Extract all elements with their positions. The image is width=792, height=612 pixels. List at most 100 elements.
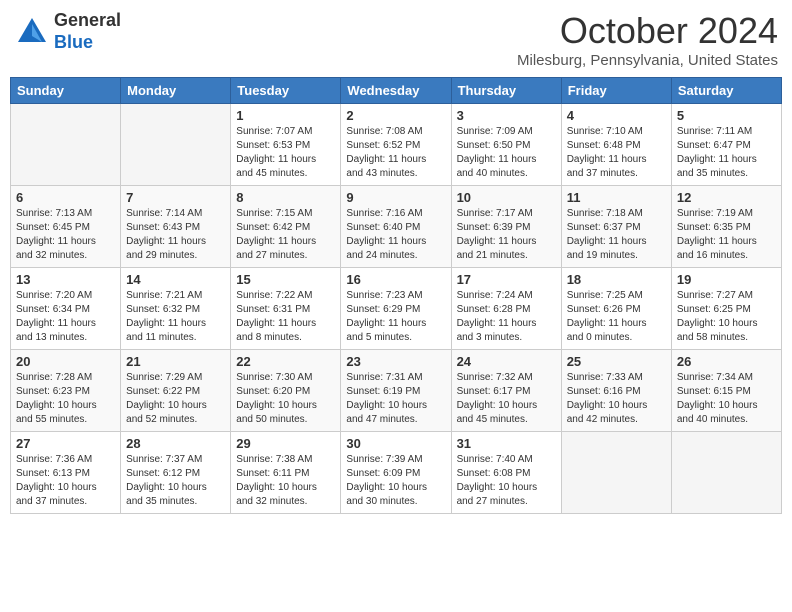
day-number: 11: [567, 190, 666, 205]
day-number: 19: [677, 272, 776, 287]
day-info: Sunrise: 7:16 AM Sunset: 6:40 PM Dayligh…: [346, 207, 445, 263]
calendar-table: SundayMondayTuesdayWednesdayThursdayFrid…: [10, 77, 782, 514]
calendar-cell: 27 Sunrise: 7:36 AM Sunset: 6:13 PM Dayli…: [11, 432, 121, 514]
day-number: 28: [126, 436, 225, 451]
day-number: 31: [457, 436, 556, 451]
calendar-cell: 13 Sunrise: 7:20 AM Sunset: 6:34 PM Dayli…: [11, 268, 121, 350]
calendar-week-row: 6Sunrise: 7:13 AM Sunset: 6:45 PM Daylig…: [11, 186, 782, 268]
calendar-cell: 19 Sunrise: 7:27 AM Sunset: 6:25 PM Dayli…: [671, 268, 781, 350]
calendar-cell: [561, 432, 671, 514]
logo: General Blue: [14, 10, 121, 53]
day-number: 10: [457, 190, 556, 205]
day-info: Sunrise: 7:07 AM Sunset: 6:53 PM Dayligh…: [236, 125, 335, 181]
day-number: 1: [236, 108, 335, 123]
calendar-week-row: 27 Sunrise: 7:36 AM Sunset: 6:13 PM Dayli…: [11, 432, 782, 514]
calendar-cell: 7 Sunrise: 7:14 AM Sunset: 6:43 PM Daylig…: [121, 186, 231, 268]
calendar-cell: 31 Sunrise: 7:40 AM Sunset: 6:08 PM Dayli…: [451, 432, 561, 514]
day-number: 25: [567, 354, 666, 369]
day-info: Sunrise: 7:09 AM Sunset: 6:50 PM Dayligh…: [457, 125, 556, 181]
day-info: Sunrise: 7:32 AM Sunset: 6:17 PM Dayligh…: [457, 371, 556, 427]
calendar-week-row: 20Sunrise: 7:28 AM Sunset: 6:23 PM Dayli…: [11, 350, 782, 432]
day-number: 9: [346, 190, 445, 205]
day-number: 30: [346, 436, 445, 451]
day-info: Sunrise: 7:24 AM Sunset: 6:28 PM Dayligh…: [457, 289, 556, 345]
calendar-header-row: SundayMondayTuesdayWednesdayThursdayFrid…: [11, 78, 782, 104]
day-number: 22: [236, 354, 335, 369]
title-area: October 2024 Milesburg, Pennsylvania, Un…: [517, 10, 778, 69]
day-header-thursday: Thursday: [451, 78, 561, 104]
day-info: Sunrise: 7:23 AM Sunset: 6:29 PM Dayligh…: [346, 289, 445, 345]
day-info: Sunrise: 7:10 AM Sunset: 6:48 PM Dayligh…: [567, 125, 666, 181]
day-number: 7: [126, 190, 225, 205]
day-number: 13: [16, 272, 115, 287]
logo-blue: Blue: [54, 32, 121, 54]
day-number: 29: [236, 436, 335, 451]
day-info: Sunrise: 7:39 AM Sunset: 6:09 PM Dayligh…: [346, 453, 445, 509]
day-header-monday: Monday: [121, 78, 231, 104]
calendar-week-row: 1 Sunrise: 7:07 AM Sunset: 6:53 PM Daylig…: [11, 104, 782, 186]
calendar-cell: 8Sunrise: 7:15 AM Sunset: 6:42 PM Daylig…: [231, 186, 341, 268]
day-number: 4: [567, 108, 666, 123]
page-header: General Blue October 2024 Milesburg, Pen…: [10, 10, 782, 69]
calendar-cell: 23Sunrise: 7:31 AM Sunset: 6:19 PM Dayli…: [341, 350, 451, 432]
day-number: 24: [457, 354, 556, 369]
calendar-cell: 20Sunrise: 7:28 AM Sunset: 6:23 PM Dayli…: [11, 350, 121, 432]
calendar-cell: [671, 432, 781, 514]
logo-general: General: [54, 10, 121, 32]
day-info: Sunrise: 7:27 AM Sunset: 6:25 PM Dayligh…: [677, 289, 776, 345]
calendar-cell: [11, 104, 121, 186]
day-number: 27: [16, 436, 115, 451]
day-header-friday: Friday: [561, 78, 671, 104]
day-info: Sunrise: 7:40 AM Sunset: 6:08 PM Dayligh…: [457, 453, 556, 509]
calendar-cell: 11 Sunrise: 7:18 AM Sunset: 6:37 PM Dayli…: [561, 186, 671, 268]
calendar-cell: [121, 104, 231, 186]
day-info: Sunrise: 7:28 AM Sunset: 6:23 PM Dayligh…: [16, 371, 115, 427]
calendar-cell: 16Sunrise: 7:23 AM Sunset: 6:29 PM Dayli…: [341, 268, 451, 350]
calendar-cell: 30 Sunrise: 7:39 AM Sunset: 6:09 PM Dayli…: [341, 432, 451, 514]
calendar-cell: 21Sunrise: 7:29 AM Sunset: 6:22 PM Dayli…: [121, 350, 231, 432]
calendar-cell: 26 Sunrise: 7:34 AM Sunset: 6:15 PM Dayli…: [671, 350, 781, 432]
day-number: 12: [677, 190, 776, 205]
day-header-sunday: Sunday: [11, 78, 121, 104]
calendar-cell: 29 Sunrise: 7:38 AM Sunset: 6:11 PM Dayli…: [231, 432, 341, 514]
day-info: Sunrise: 7:20 AM Sunset: 6:34 PM Dayligh…: [16, 289, 115, 345]
calendar-cell: 15Sunrise: 7:22 AM Sunset: 6:31 PM Dayli…: [231, 268, 341, 350]
calendar-cell: 28 Sunrise: 7:37 AM Sunset: 6:12 PM Dayli…: [121, 432, 231, 514]
calendar-cell: 4 Sunrise: 7:10 AM Sunset: 6:48 PM Daylig…: [561, 104, 671, 186]
calendar-cell: 14Sunrise: 7:21 AM Sunset: 6:32 PM Dayli…: [121, 268, 231, 350]
day-info: Sunrise: 7:38 AM Sunset: 6:11 PM Dayligh…: [236, 453, 335, 509]
calendar-cell: 24 Sunrise: 7:32 AM Sunset: 6:17 PM Dayli…: [451, 350, 561, 432]
calendar-cell: 12Sunrise: 7:19 AM Sunset: 6:35 PM Dayli…: [671, 186, 781, 268]
day-header-tuesday: Tuesday: [231, 78, 341, 104]
day-info: Sunrise: 7:17 AM Sunset: 6:39 PM Dayligh…: [457, 207, 556, 263]
calendar-cell: 2 Sunrise: 7:08 AM Sunset: 6:52 PM Daylig…: [341, 104, 451, 186]
calendar-week-row: 13 Sunrise: 7:20 AM Sunset: 6:34 PM Dayli…: [11, 268, 782, 350]
day-info: Sunrise: 7:18 AM Sunset: 6:37 PM Dayligh…: [567, 207, 666, 263]
day-info: Sunrise: 7:22 AM Sunset: 6:31 PM Dayligh…: [236, 289, 335, 345]
calendar-cell: 17 Sunrise: 7:24 AM Sunset: 6:28 PM Dayli…: [451, 268, 561, 350]
day-number: 2: [346, 108, 445, 123]
day-number: 6: [16, 190, 115, 205]
day-number: 26: [677, 354, 776, 369]
day-info: Sunrise: 7:29 AM Sunset: 6:22 PM Dayligh…: [126, 371, 225, 427]
day-info: Sunrise: 7:14 AM Sunset: 6:43 PM Dayligh…: [126, 207, 225, 263]
day-info: Sunrise: 7:34 AM Sunset: 6:15 PM Dayligh…: [677, 371, 776, 427]
calendar-cell: 25 Sunrise: 7:33 AM Sunset: 6:16 PM Dayli…: [561, 350, 671, 432]
day-info: Sunrise: 7:36 AM Sunset: 6:13 PM Dayligh…: [16, 453, 115, 509]
day-number: 3: [457, 108, 556, 123]
day-header-saturday: Saturday: [671, 78, 781, 104]
day-number: 17: [457, 272, 556, 287]
day-info: Sunrise: 7:33 AM Sunset: 6:16 PM Dayligh…: [567, 371, 666, 427]
logo-icon: [14, 14, 50, 50]
day-info: Sunrise: 7:31 AM Sunset: 6:19 PM Dayligh…: [346, 371, 445, 427]
day-info: Sunrise: 7:37 AM Sunset: 6:12 PM Dayligh…: [126, 453, 225, 509]
calendar-cell: 1 Sunrise: 7:07 AM Sunset: 6:53 PM Daylig…: [231, 104, 341, 186]
day-info: Sunrise: 7:08 AM Sunset: 6:52 PM Dayligh…: [346, 125, 445, 181]
day-number: 14: [126, 272, 225, 287]
calendar-cell: 22Sunrise: 7:30 AM Sunset: 6:20 PM Dayli…: [231, 350, 341, 432]
calendar-cell: 3 Sunrise: 7:09 AM Sunset: 6:50 PM Daylig…: [451, 104, 561, 186]
logo-text: General Blue: [54, 10, 121, 53]
calendar-cell: 10 Sunrise: 7:17 AM Sunset: 6:39 PM Dayli…: [451, 186, 561, 268]
day-info: Sunrise: 7:11 AM Sunset: 6:47 PM Dayligh…: [677, 125, 776, 181]
calendar-cell: 18Sunrise: 7:25 AM Sunset: 6:26 PM Dayli…: [561, 268, 671, 350]
